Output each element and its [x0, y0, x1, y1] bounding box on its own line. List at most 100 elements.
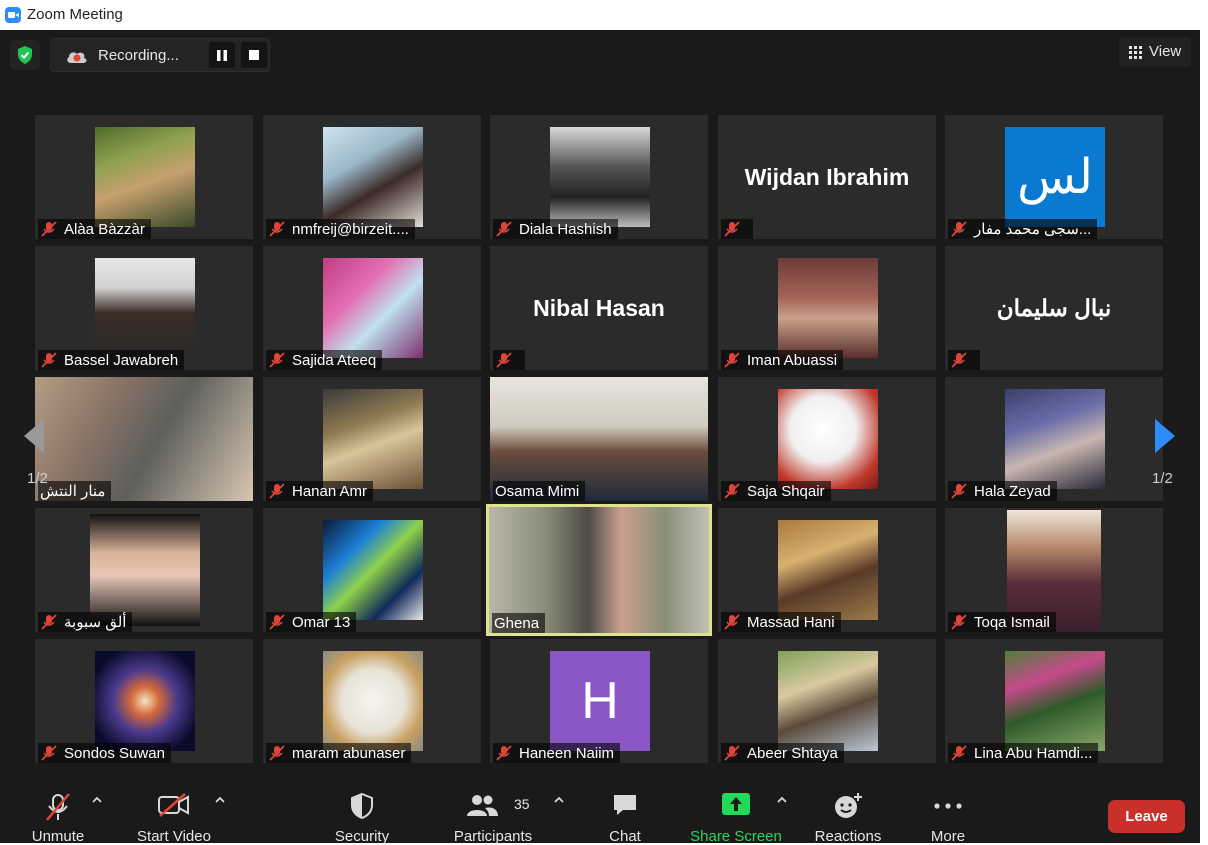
participant-name: Saja Shqair [747, 482, 825, 500]
participant-name: Sondos Suwan [64, 744, 165, 762]
participant-tile[interactable]: ألق سبوبة [35, 508, 253, 632]
participants-label: Participants [453, 828, 533, 845]
participant-tile[interactable]: Wijdan Ibrahim [718, 115, 936, 239]
next-page-button[interactable] [1153, 418, 1189, 459]
leave-button[interactable]: Leave [1108, 800, 1185, 833]
participant-tile[interactable]: Alàa Bàzzàr [35, 115, 253, 239]
meeting-toolbar: Unmute Start Video Security 35 Participa… [0, 783, 1200, 845]
participant-tile[interactable]: Saja Shqair [718, 377, 936, 501]
chevron-up-icon[interactable] [777, 795, 787, 805]
start-video-button[interactable]: Start Video [130, 783, 218, 845]
chevron-up-icon[interactable] [554, 795, 564, 805]
muted-mic-icon [269, 745, 285, 761]
participant-tile[interactable]: maram abunaser [263, 639, 481, 763]
participant-nameplate: Massad Hani [721, 612, 841, 632]
participant-name: ألق سبوبة [64, 614, 127, 631]
shield-icon [351, 792, 373, 820]
participant-nameplate: Osama Mimi [493, 481, 586, 501]
participant-tile[interactable]: Osama Mimi [490, 377, 708, 501]
participant-photo [323, 651, 423, 751]
participant-name: Diala Hashish [519, 220, 612, 238]
muted-mic-icon [951, 352, 967, 368]
participant-tile[interactable]: لس سجى محمد مفار... [945, 115, 1163, 239]
participant-nameplate: Ghena [492, 613, 546, 633]
shield-check-icon [18, 46, 32, 64]
participant-nameplate: سجى محمد مفار... [948, 219, 1098, 239]
participant-tile[interactable]: nmfreij@birzeit.... [263, 115, 481, 239]
participant-photo [778, 520, 878, 620]
participant-tile[interactable]: نبال سليمان [945, 246, 1163, 370]
participants-count: 35 [514, 796, 530, 812]
participant-tile[interactable]: Sondos Suwan [35, 639, 253, 763]
participant-nameplate: Alàa Bàzzàr [38, 219, 151, 239]
encryption-shield-button[interactable] [10, 40, 40, 70]
participant-nameplate: منار النتش [38, 481, 112, 501]
muted-mic-icon [496, 221, 512, 237]
participant-tile[interactable]: Toqa Ismail [945, 508, 1163, 632]
security-button[interactable]: Security [322, 783, 402, 845]
security-label: Security [334, 828, 390, 845]
participant-photo [95, 127, 195, 227]
muted-mic-icon [724, 614, 740, 630]
recording-status: Recording... [98, 47, 179, 64]
participant-tile[interactable]: Sajida Ateeq [263, 246, 481, 370]
chat-button[interactable]: Chat [590, 783, 660, 845]
stop-icon [249, 50, 259, 60]
chevron-up-icon[interactable] [92, 795, 102, 805]
muted-mic-icon [41, 614, 57, 630]
participant-tile[interactable]: Iman Abuassi [718, 246, 936, 370]
participant-tile[interactable]: Massad Hani [718, 508, 936, 632]
participant-tile[interactable]: Lina Abu Hamdi... [945, 639, 1163, 763]
participant-name: Massad Hani [747, 613, 835, 631]
muted-mic-icon [496, 352, 512, 368]
participant-tile[interactable]: Hala Zeyad [945, 377, 1163, 501]
reactions-button[interactable]: Reactions [808, 783, 888, 845]
stop-recording-button[interactable] [241, 42, 267, 68]
participant-tile[interactable]: H Haneen Naiim [490, 639, 708, 763]
share-screen-label: Share Screen [690, 828, 782, 845]
emoji-plus-icon [835, 793, 862, 818]
participant-nameplate: Iman Abuassi [721, 350, 844, 370]
previous-page-button[interactable] [22, 418, 58, 459]
title-bar: Zoom Meeting [0, 0, 1208, 30]
muted-mic-icon [496, 745, 512, 761]
pause-recording-button[interactable] [209, 42, 235, 68]
muted-mic-icon [951, 221, 967, 237]
participant-nameplate: Hanan Amr [266, 481, 374, 501]
participant-name: Alàa Bàzzàr [64, 220, 145, 238]
participants-button[interactable]: 35 Participants [448, 783, 538, 845]
participant-photo [323, 127, 423, 227]
participant-name: Sajida Ateeq [292, 351, 377, 369]
participant-photo [778, 258, 878, 358]
participant-tile[interactable]: Omar 13 [263, 508, 481, 632]
active-speaker-tile[interactable]: Ghena [486, 504, 712, 636]
chevron-up-icon[interactable] [215, 795, 225, 805]
participant-tile[interactable]: Nibal Hasan [490, 246, 708, 370]
muted-mic-icon [724, 745, 740, 761]
share-screen-button[interactable]: Share Screen [688, 783, 784, 845]
zoom-logo-icon [5, 7, 21, 23]
window-edge [1200, 30, 1208, 843]
more-button[interactable]: More [918, 783, 978, 845]
cloud-recording-icon [67, 52, 87, 63]
participant-display-name: Nibal Hasan [533, 295, 665, 321]
participant-tile[interactable]: Bassel Jawabreh [35, 246, 253, 370]
participant-tile[interactable]: Diala Hashish [490, 115, 708, 239]
reactions-label: Reactions [814, 828, 882, 845]
start-video-label: Start Video [137, 828, 211, 845]
muted-mic-icon [951, 483, 967, 499]
muted-mic-icon [269, 221, 285, 237]
view-label: View [1149, 43, 1182, 60]
meeting-area: Recording... View Alàa Bàzzàr nmfreij@bi… [0, 30, 1200, 843]
participant-nameplate: maram abunaser [266, 743, 412, 763]
unmute-label: Unmute [31, 828, 85, 845]
participant-photo [90, 514, 200, 626]
participant-tile[interactable]: منار النتش [35, 377, 253, 501]
view-button[interactable]: View [1119, 37, 1191, 67]
unmute-button[interactable]: Unmute [18, 783, 98, 845]
chevron-left-icon [24, 419, 44, 453]
participant-name: Hanan Amr [292, 482, 368, 500]
muted-mic-icon [41, 745, 57, 761]
participant-tile[interactable]: Hanan Amr [263, 377, 481, 501]
participant-tile[interactable]: Abeer Shtaya [718, 639, 936, 763]
